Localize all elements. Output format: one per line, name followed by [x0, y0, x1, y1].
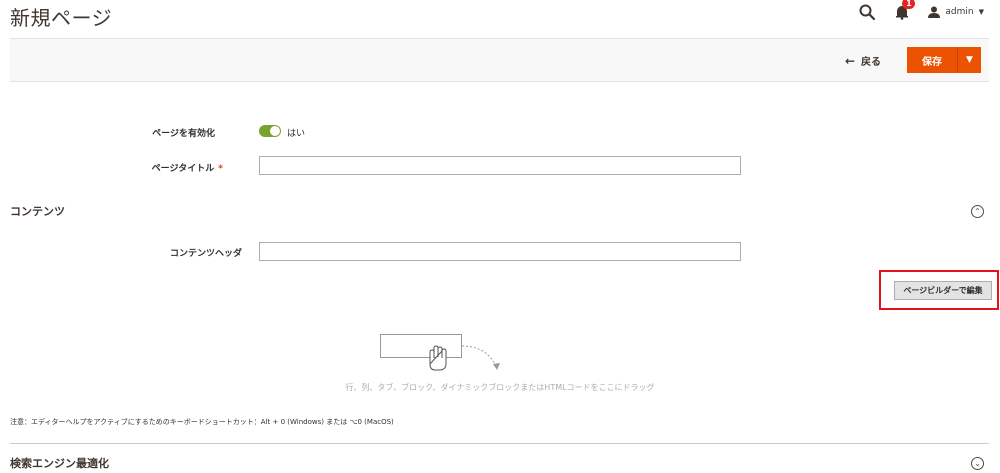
save-split-button: 保存 ▼ — [907, 47, 981, 73]
caret-down-icon: ▼ — [978, 8, 984, 16]
enable-page-label: ページを有効化 — [152, 129, 215, 139]
bell-icon[interactable]: 1 — [894, 0, 916, 20]
user-menu[interactable]: admin ▼ — [928, 6, 984, 18]
page-title-label-text: ページタイトル — [151, 164, 215, 174]
notification-badge: 1 — [902, 0, 916, 9]
expand-icon[interactable]: ⌄ — [971, 457, 984, 470]
page-title: 新規ページ — [10, 6, 113, 30]
user-name: admin — [945, 7, 974, 17]
page-title-label: ページタイトル * — [95, 161, 223, 174]
collapse-icon[interactable]: ⌃ — [971, 205, 984, 218]
edit-with-page-builder-button[interactable]: ページビルダーで編集 — [894, 281, 992, 300]
page-title-input[interactable] — [259, 156, 741, 175]
hand-icon — [429, 345, 500, 371]
search-icon[interactable] — [858, 3, 876, 21]
enable-page-toggle[interactable] — [259, 125, 281, 137]
save-options-toggle[interactable]: ▼ — [958, 47, 981, 73]
seo-section-title[interactable]: 検索エンジン最適化 — [10, 455, 109, 471]
content-section-title[interactable]: コンテンツ — [10, 203, 65, 219]
content-heading-input[interactable] — [259, 242, 741, 261]
arrow-left-icon: ← — [844, 53, 855, 68]
back-button[interactable]: ← 戻る — [844, 53, 881, 69]
content-heading-label: コンテンツヘッダ — [169, 249, 242, 259]
drop-hint: 行、列、タブ、ブロック、ダイナミックブロックまたはHTMLコードをここにドラッグ — [345, 383, 655, 392]
required-marker: * — [218, 164, 223, 174]
header-actions: 1 admin ▼ — [858, 0, 984, 21]
user-icon — [928, 6, 941, 18]
back-label: 戻る — [861, 57, 881, 68]
caret-down-icon: ▼ — [966, 55, 973, 65]
save-button[interactable]: 保存 — [907, 47, 958, 73]
page-actions-bar: ← 戻る 保存 ▼ — [10, 38, 989, 82]
divider — [10, 443, 989, 444]
enable-page-value: はい — [287, 129, 306, 139]
shortcut-note: 注意：エディターヘルプをアクティブにするためのキーボードショートカット：Alt … — [10, 418, 394, 426]
